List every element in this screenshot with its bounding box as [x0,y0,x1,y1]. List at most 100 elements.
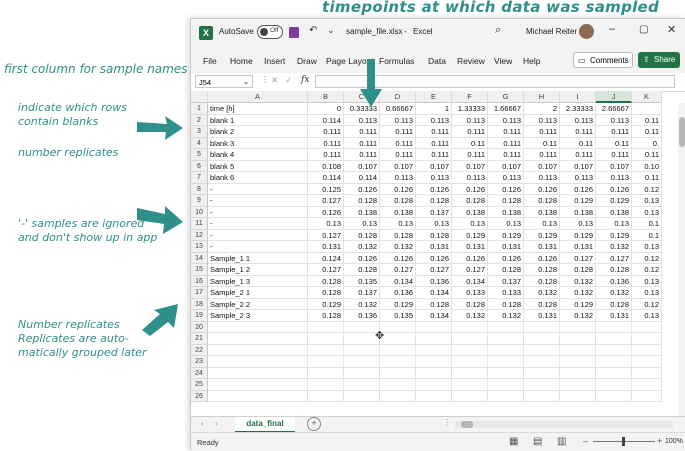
column-header[interactable]: J [596,91,632,103]
table-cell[interactable]: 0.131 [560,241,596,253]
table-cell[interactable]: 0.128 [596,298,632,310]
table-cell[interactable] [560,344,596,356]
table-cell[interactable]: - [208,195,308,207]
table-cell[interactable]: 0.111 [416,149,452,161]
table-cell[interactable]: 0.13 [632,275,662,287]
avatar[interactable] [579,24,594,39]
table-cell[interactable]: 0.12 [632,298,662,310]
table-cell[interactable]: 0.134 [380,275,416,287]
table-cell[interactable]: 0.129 [596,229,632,241]
row-header[interactable]: 21 [191,333,208,345]
table-cell[interactable]: 0.10 [632,160,662,172]
row-header[interactable]: 24 [191,367,208,379]
column-header[interactable]: D [380,91,416,103]
share-button[interactable]: ⇪ Share [638,52,680,68]
table-cell[interactable] [524,367,560,379]
table-cell[interactable]: Sample_2 1 [208,287,308,299]
table-cell[interactable]: 0.126 [560,183,596,195]
table-cell[interactable]: 0.111 [524,149,560,161]
table-cell[interactable] [632,333,662,345]
table-cell[interactable] [452,367,488,379]
column-header[interactable]: K [632,91,662,103]
table-cell[interactable]: 0.136 [344,310,380,322]
customize-icon[interactable]: ⌄ [327,25,335,36]
table-cell[interactable]: 0.134 [416,310,452,322]
row-header[interactable]: 5 [191,149,208,161]
table-cell[interactable]: blank 5 [208,160,308,172]
table-cell[interactable] [632,103,662,115]
table-cell[interactable] [596,379,632,391]
table-cell[interactable] [452,379,488,391]
table-cell[interactable]: 0.128 [596,264,632,276]
table-cell[interactable]: 0.129 [488,229,524,241]
table-cell[interactable]: 0.128 [524,275,560,287]
table-cell[interactable]: 2.33333 [560,103,596,115]
table-cell[interactable]: 0.138 [596,206,632,218]
table-cell[interactable]: 0.126 [416,252,452,264]
horizontal-scrollbar[interactable] [455,421,673,428]
table-cell[interactable]: 0.107 [596,160,632,172]
table-cell[interactable]: 0.113 [596,114,632,126]
fx-icon[interactable]: fx [301,75,309,85]
table-cell[interactable]: 0.131 [452,241,488,253]
row-header[interactable]: 16 [191,275,208,287]
table-cell[interactable]: 0.12 [632,252,662,264]
table-cell[interactable]: 0.128 [380,229,416,241]
table-cell[interactable] [344,390,380,402]
select-all-corner[interactable] [191,91,208,103]
table-cell[interactable]: 0.126 [380,252,416,264]
table-cell[interactable]: 0.128 [488,264,524,276]
table-cell[interactable]: 0.13 [632,195,662,207]
table-cell[interactable]: 0.138 [524,206,560,218]
table-cell[interactable]: 0.12 [632,183,662,195]
table-cell[interactable]: - [208,206,308,218]
table-cell[interactable] [488,344,524,356]
vertical-scrollbar[interactable] [678,103,685,416]
table-cell[interactable]: 0.111 [524,126,560,138]
table-cell[interactable]: 0.128 [524,195,560,207]
table-cell[interactable] [380,321,416,333]
table-cell[interactable] [344,379,380,391]
table-cell[interactable] [524,333,560,345]
table-cell[interactable]: 0.113 [560,172,596,184]
menu-file[interactable]: File [203,56,217,66]
table-cell[interactable]: 0.111 [488,126,524,138]
table-cell[interactable]: 0.11 [560,137,596,149]
table-cell[interactable]: 0.111 [452,126,488,138]
table-cell[interactable]: 0.129 [308,298,344,310]
table-cell[interactable] [380,390,416,402]
table-cell[interactable]: 0.126 [344,252,380,264]
table-cell[interactable]: 0.138 [560,206,596,218]
table-cell[interactable]: 0.111 [344,137,380,149]
menu-review[interactable]: Review [457,56,485,66]
table-cell[interactable] [596,344,632,356]
search-icon[interactable]: ⌕ [495,24,501,37]
table-cell[interactable]: 0.129 [524,229,560,241]
table-cell[interactable]: 0.128 [308,275,344,287]
table-cell[interactable]: 0.136 [416,275,452,287]
table-cell[interactable]: 0.11 [632,114,662,126]
table-cell[interactable]: 0.135 [344,275,380,287]
table-cell[interactable]: 0.113 [380,114,416,126]
row-header[interactable]: 10 [191,206,208,218]
table-cell[interactable] [308,344,344,356]
column-header[interactable]: I [560,91,596,103]
table-cell[interactable]: 0.128 [308,310,344,322]
column-header[interactable]: G [488,91,524,103]
table-cell[interactable] [416,390,452,402]
table-cell[interactable]: 2 [524,103,560,115]
menu-help[interactable]: Help [523,56,540,66]
table-cell[interactable]: 0.132 [380,241,416,253]
table-cell[interactable]: 0.128 [344,195,380,207]
table-cell[interactable]: 0.128 [452,298,488,310]
table-cell[interactable]: 0.128 [524,264,560,276]
table-cell[interactable]: 0.113 [344,114,380,126]
table-cell[interactable]: 0.13 [344,218,380,230]
table-cell[interactable] [560,379,596,391]
table-cell[interactable] [380,367,416,379]
table-cell[interactable]: 0.132 [344,241,380,253]
zoom-in-icon[interactable]: + [657,436,662,446]
table-cell[interactable]: 0.127 [596,252,632,264]
table-cell[interactable]: 0.13 [488,218,524,230]
table-cell[interactable]: 0.111 [488,149,524,161]
